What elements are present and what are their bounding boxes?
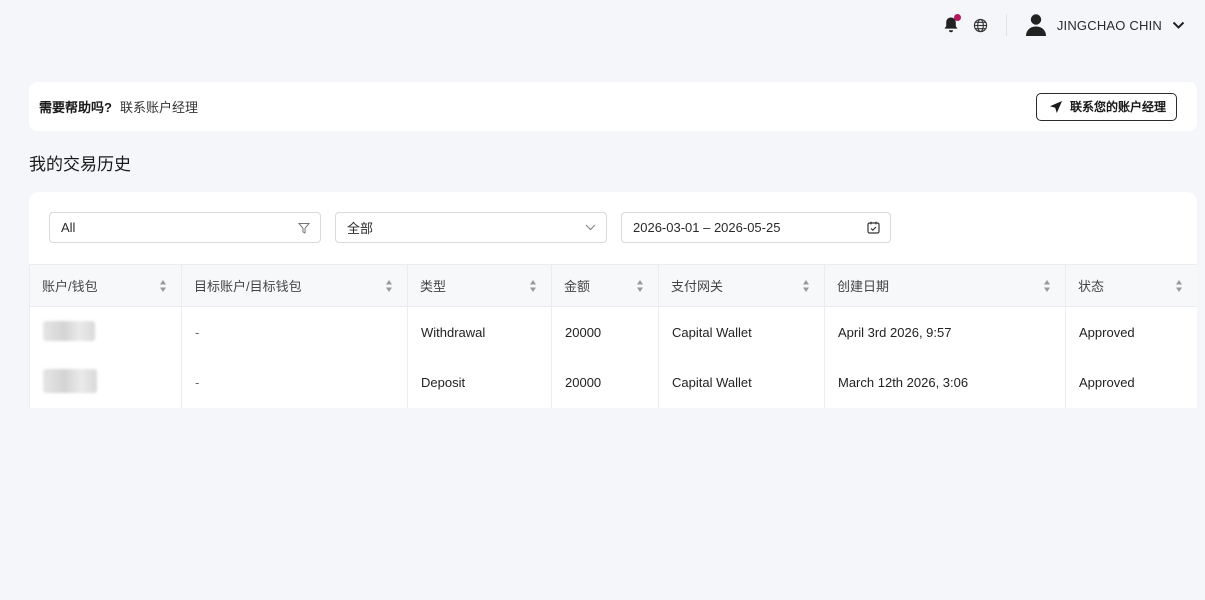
date-range-picker[interactable]: 2026-03-01 – 2026-05-25 (621, 212, 891, 243)
date-cell: March 12th 2026, 3:06 (824, 357, 1066, 408)
globe-icon (974, 18, 988, 32)
sort-icon (530, 280, 536, 292)
page-title: 我的交易历史 (29, 155, 131, 174)
calendar-icon (867, 221, 880, 234)
type-filter-value: 全部 (347, 221, 374, 236)
gateway-cell: Capital Wallet (658, 357, 825, 408)
divider (1005, 14, 1007, 36)
gateway-cell: Capital Wallet (658, 306, 825, 358)
table-row[interactable]: - Deposit 20000 Capital Wallet March 12t… (29, 357, 1197, 408)
type-filter[interactable]: 全部 (335, 212, 607, 243)
account-filter[interactable]: All (49, 212, 321, 243)
chevron-down-icon (585, 224, 596, 231)
table-row[interactable]: - Withdrawal 20000 Capital Wallet April … (29, 306, 1197, 358)
sort-icon (803, 280, 809, 292)
help-subtitle: 联系账户经理 (119, 100, 198, 115)
transactions-table: 账户/钱包 目标账户/目标钱包 类型 金额 支付网关 创建日期 状态 - Wit… (29, 264, 1197, 408)
sort-icon (160, 280, 166, 292)
notification-button[interactable] (940, 14, 962, 36)
help-question: 需要帮助吗? (39, 100, 112, 115)
user-avatar-icon (1025, 14, 1046, 36)
sort-icon (386, 280, 392, 292)
help-banner: 需要帮助吗? 联系账户经理 联系您的账户经理 (29, 82, 1197, 131)
chevron-down-icon (1172, 21, 1185, 29)
column-header[interactable]: 状态 (1065, 264, 1197, 307)
account-cell (29, 306, 182, 358)
account-filter-value: All (61, 220, 76, 235)
target-cell: - (181, 306, 408, 358)
filter-bar: All 全部 2026-03-01 – 2026-05-25 (49, 212, 905, 243)
language-button[interactable] (970, 14, 992, 36)
type-cell: Withdrawal (407, 306, 552, 358)
status-cell: Approved (1065, 306, 1197, 358)
contact-manager-button[interactable]: 联系您的账户经理 (1035, 92, 1177, 121)
transactions-card: All 全部 2026-03-01 – 2026-05-25 账户/钱包 目标账… (29, 192, 1197, 408)
type-cell: Deposit (407, 357, 552, 408)
contact-manager-label: 联系您的账户经理 (1069, 100, 1166, 114)
redacted-account (43, 369, 97, 394)
user-name[interactable]: JINGCHAO CHIN (1057, 18, 1162, 33)
sort-icon (1044, 280, 1050, 292)
amount-cell: 20000 (551, 357, 659, 408)
status-cell: Approved (1065, 357, 1197, 408)
redacted-account (43, 320, 95, 341)
column-header[interactable]: 账户/钱包 (29, 264, 182, 307)
amount-cell: 20000 (551, 306, 659, 358)
notification-dot (953, 14, 961, 21)
user-menu-toggle[interactable] (1172, 18, 1185, 33)
column-header[interactable]: 目标账户/目标钱包 (181, 264, 408, 307)
user-avatar[interactable] (1025, 14, 1047, 36)
sort-icon (637, 280, 643, 292)
top-bar: JINGCHAO CHIN (0, 0, 1205, 50)
column-header[interactable]: 金额 (551, 264, 659, 307)
column-header[interactable]: 创建日期 (824, 264, 1066, 307)
filter-icon (298, 222, 310, 234)
date-range-value: 2026-03-01 – 2026-05-25 (633, 220, 781, 235)
send-icon (1049, 100, 1062, 113)
account-cell (29, 357, 182, 408)
column-header[interactable]: 支付网关 (658, 264, 825, 307)
target-cell: - (181, 357, 408, 408)
help-text: 需要帮助吗? 联系账户经理 (39, 97, 198, 116)
table-header-row: 账户/钱包 目标账户/目标钱包 类型 金额 支付网关 创建日期 状态 (29, 264, 1197, 307)
column-header[interactable]: 类型 (407, 264, 552, 307)
sort-icon (1176, 280, 1182, 292)
date-cell: April 3rd 2026, 9:57 (824, 306, 1066, 358)
